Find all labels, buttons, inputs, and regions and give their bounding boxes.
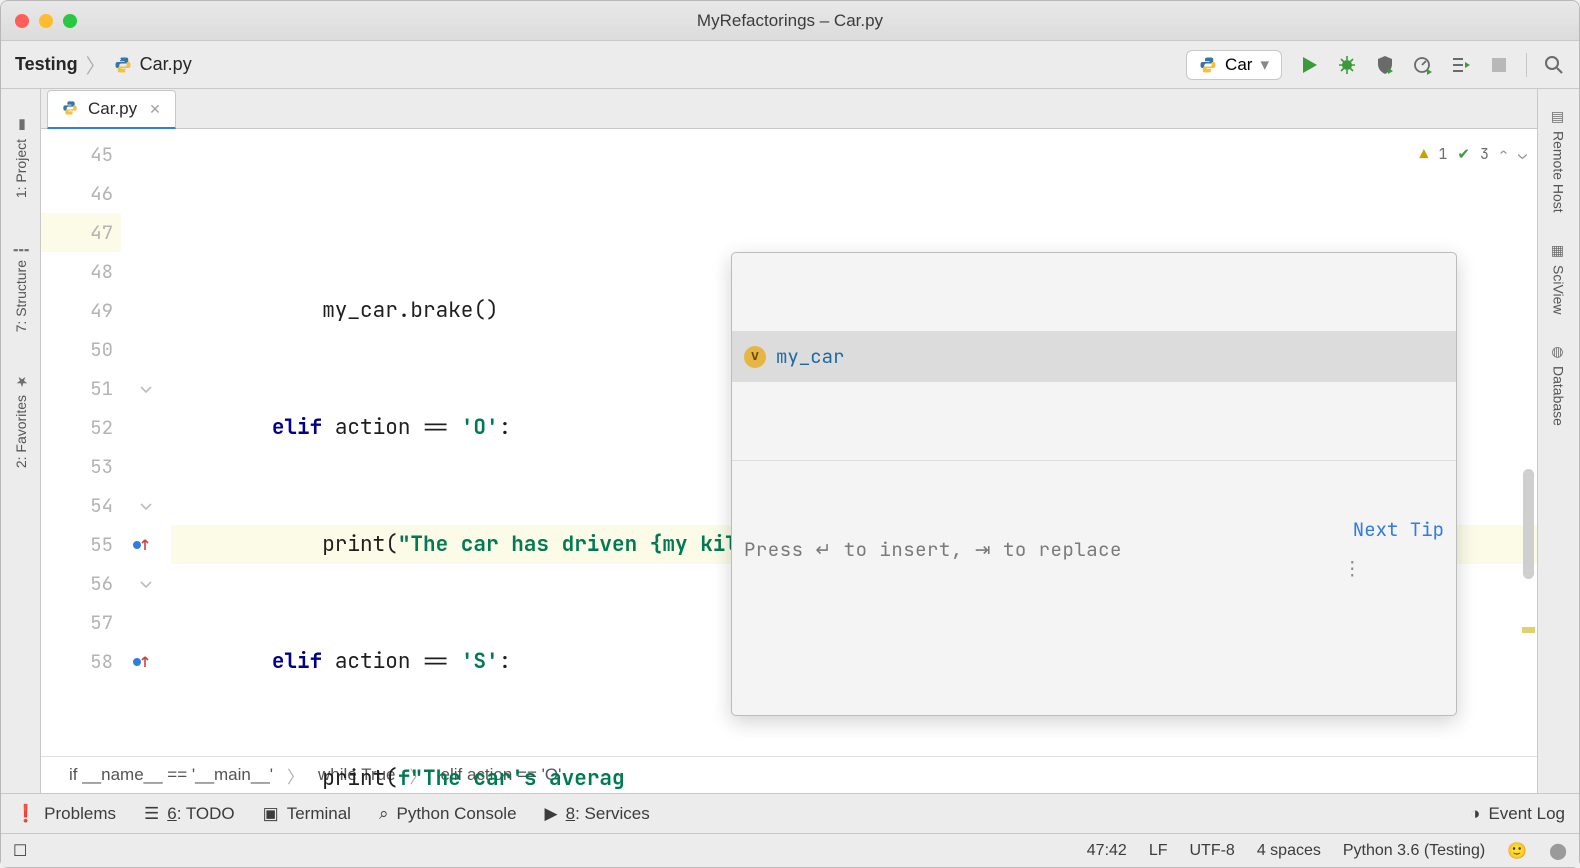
chevron-down-icon: ▾ <box>1260 55 1269 75</box>
warning-icon: ▲ <box>1419 135 1428 174</box>
run-config-label: Car <box>1225 55 1252 75</box>
more-icon[interactable]: ⋮ <box>1337 556 1368 581</box>
scrollbar-thumb[interactable] <box>1523 469 1534 579</box>
stop-button[interactable] <box>1488 54 1510 76</box>
grid-icon: ▦ <box>1551 243 1567 259</box>
check-icon: ✔ <box>1457 135 1470 174</box>
sciview-tool-button[interactable]: ▦ SciView <box>1551 243 1567 315</box>
prev-highlight-button[interactable]: ⌃ <box>1499 135 1508 174</box>
completion-item[interactable]: v my_car <box>732 331 1456 382</box>
run-anything-button[interactable] <box>1450 54 1472 76</box>
profile-button[interactable] <box>1412 54 1434 76</box>
database-icon: ◍ <box>1551 344 1567 360</box>
remote-host-tool-button[interactable]: ▤ Remote Host <box>1551 109 1567 213</box>
list-icon: ☰ <box>144 804 159 824</box>
breadcrumb: Testing 〉 Car.py <box>15 50 192 79</box>
run-button[interactable] <box>1298 54 1320 76</box>
run-coverage-button[interactable] <box>1374 54 1396 76</box>
completion-hint: Press ↵ to insert, ⇥ to replace <box>744 530 1122 569</box>
project-tool-button[interactable]: 1: Project ▮ <box>13 117 29 198</box>
completion-item-label: my_car <box>776 337 844 376</box>
fold-icon[interactable] <box>129 369 163 408</box>
line-number-gutter: 45 46 47 48 49 50 51 52 53 54 55 56 57 5… <box>41 129 121 756</box>
star-icon: ★ <box>13 373 29 389</box>
quick-list-button[interactable]: ☐ <box>13 841 27 861</box>
close-tab-button[interactable]: ✕ <box>149 101 161 118</box>
fold-icon[interactable] <box>129 486 163 525</box>
ide-errors-icon[interactable]: ⬤ <box>1549 841 1567 861</box>
traffic-lights <box>15 14 77 28</box>
right-tool-rail: ▤ Remote Host ▦ SciView ◍ Database <box>1537 89 1579 793</box>
python-file-icon <box>114 56 132 74</box>
override-up-icon[interactable] <box>123 642 157 681</box>
fold-icon[interactable] <box>129 564 163 603</box>
gutter-marks <box>121 129 171 756</box>
left-tool-rail: 1: Project ▮ 7: Structure ┇ 2: Favorites… <box>1 89 41 793</box>
titlebar: MyRefactorings – Car.py <box>1 1 1579 41</box>
minimize-window-button[interactable] <box>39 14 53 28</box>
variable-badge-icon: v <box>744 346 766 368</box>
structure-tool-button[interactable]: 7: Structure ┇ <box>13 238 29 332</box>
close-window-button[interactable] <box>15 14 29 28</box>
search-everywhere-button[interactable] <box>1543 54 1565 76</box>
editor-tabs: Car.py ✕ <box>41 89 1537 129</box>
scrollbar-mark[interactable] <box>1522 627 1535 633</box>
problems-tool-button[interactable]: ❗Problems <box>15 804 116 824</box>
problems-icon: ❗ <box>15 804 36 824</box>
breadcrumb-file[interactable]: Car.py <box>140 54 192 75</box>
folder-icon: ▮ <box>13 117 29 133</box>
editor-tab-car[interactable]: Car.py ✕ <box>47 90 176 129</box>
override-up-icon[interactable] <box>123 525 157 564</box>
tab-label: Car.py <box>88 99 137 119</box>
completion-popup: v my_car Press ↵ to insert, ⇥ to replace… <box>731 252 1457 716</box>
navbar: Testing 〉 Car.py Car ▾ <box>1 41 1579 89</box>
next-tip-link[interactable]: Next Tip <box>1353 517 1444 542</box>
next-highlight-button[interactable]: ⌄ <box>1518 135 1527 174</box>
breadcrumb-project[interactable]: Testing <box>15 54 78 75</box>
inspection-widget[interactable]: ▲1 ✔3 ⌃ ⌄ <box>1419 135 1527 174</box>
server-icon: ▤ <box>1551 109 1567 125</box>
window-title: MyRefactorings – Car.py <box>1 11 1579 31</box>
python-icon <box>1199 56 1217 74</box>
debug-button[interactable] <box>1336 54 1358 76</box>
run-config-select[interactable]: Car ▾ <box>1186 50 1282 80</box>
chevron-right-icon: 〉 <box>86 50 106 79</box>
editor[interactable]: 45 46 47 48 49 50 51 52 53 54 55 56 57 5… <box>41 129 1537 756</box>
favorites-tool-button[interactable]: 2: Favorites ★ <box>13 373 29 468</box>
structure-icon: ┇ <box>13 238 29 254</box>
zoom-window-button[interactable] <box>63 14 77 28</box>
database-tool-button[interactable]: ◍ Database <box>1551 344 1567 426</box>
python-file-icon <box>62 100 80 118</box>
